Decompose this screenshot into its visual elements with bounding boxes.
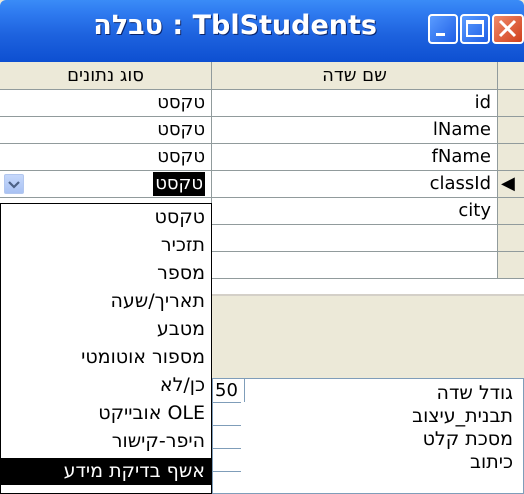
row-selector-current[interactable]: ◀ [498,171,524,198]
minimize-button[interactable] [428,14,458,44]
field-name-cell[interactable]: id [212,90,498,117]
data-type-dropdown-list[interactable]: טקסט תזכיר מספר תאריך/שעה מטבע מספור אוט… [0,203,212,494]
property-label-input-mask[interactable]: מסכת קלט [323,428,523,451]
dropdown-item-autonumber[interactable]: מספור אוטומטי [1,344,211,371]
dropdown-item-text[interactable]: טקסט [1,204,211,231]
property-label-format[interactable]: תבנית_עיצוב [323,405,523,428]
empty-cell[interactable] [212,225,498,252]
dropdown-item-yes-no[interactable]: כן/לא [1,372,211,399]
dropdown-item-memo[interactable]: תזכיר [1,232,211,259]
property-label-field-size[interactable]: גודל שדה [323,382,523,405]
row-selector[interactable] [498,225,524,252]
column-header-data-type[interactable]: סוג נתונים [0,62,212,90]
empty-cell[interactable] [212,252,498,279]
property-label-caption[interactable]: כיתוב [323,451,523,474]
row-selector[interactable] [498,90,524,117]
maximize-icon [466,20,484,37]
field-name-cell[interactable]: classId [212,171,498,198]
dropdown-item-lookup-wizard[interactable]: אשף בדיקת מידע [1,458,211,485]
column-header-field-name[interactable]: שם שדה [212,62,498,90]
data-type-cell[interactable]: טקסט [0,90,212,117]
maximize-button[interactable] [460,14,490,44]
field-name-cell[interactable]: city [212,198,498,225]
chevron-down-icon [8,181,20,189]
window-title: טבלה : TblStudents [93,10,377,41]
dropdown-item-date-time[interactable]: תאריך/שעה [1,288,211,315]
current-row-indicator-icon: ◀ [501,173,515,194]
field-name-cell[interactable]: fName [212,144,498,171]
data-type-cell[interactable]: טקסט [0,144,212,171]
close-button[interactable] [492,14,524,44]
dropdown-item-hyperlink[interactable]: היפר-קישור [1,428,211,455]
data-type-combo[interactable]: טקסט [0,171,212,198]
row-selector[interactable] [498,117,524,144]
data-type-cell[interactable]: טקסט [0,117,212,144]
field-size-value[interactable]: 50 [213,379,245,402]
close-icon [498,19,517,38]
dropdown-item-currency[interactable]: מטבע [1,316,211,343]
field-name-cell[interactable]: lName [212,117,498,144]
title-bar[interactable]: טבלה : TblStudents [0,0,524,62]
field-properties-panel: 50 גודל שדה תבנית_עיצוב מסכת קלט כיתוב [212,378,524,494]
row-selector[interactable] [498,252,524,279]
dropdown-item-ole-object[interactable]: OLE אובייקט [1,400,211,427]
dropdown-arrow-button[interactable] [4,174,24,194]
row-selector-header [498,62,524,90]
row-selector[interactable] [498,144,524,171]
minimize-icon [436,33,445,36]
data-type-selected-text[interactable]: טקסט [153,172,205,196]
row-selector[interactable] [498,198,524,225]
dropdown-item-number[interactable]: מספר [1,260,211,287]
